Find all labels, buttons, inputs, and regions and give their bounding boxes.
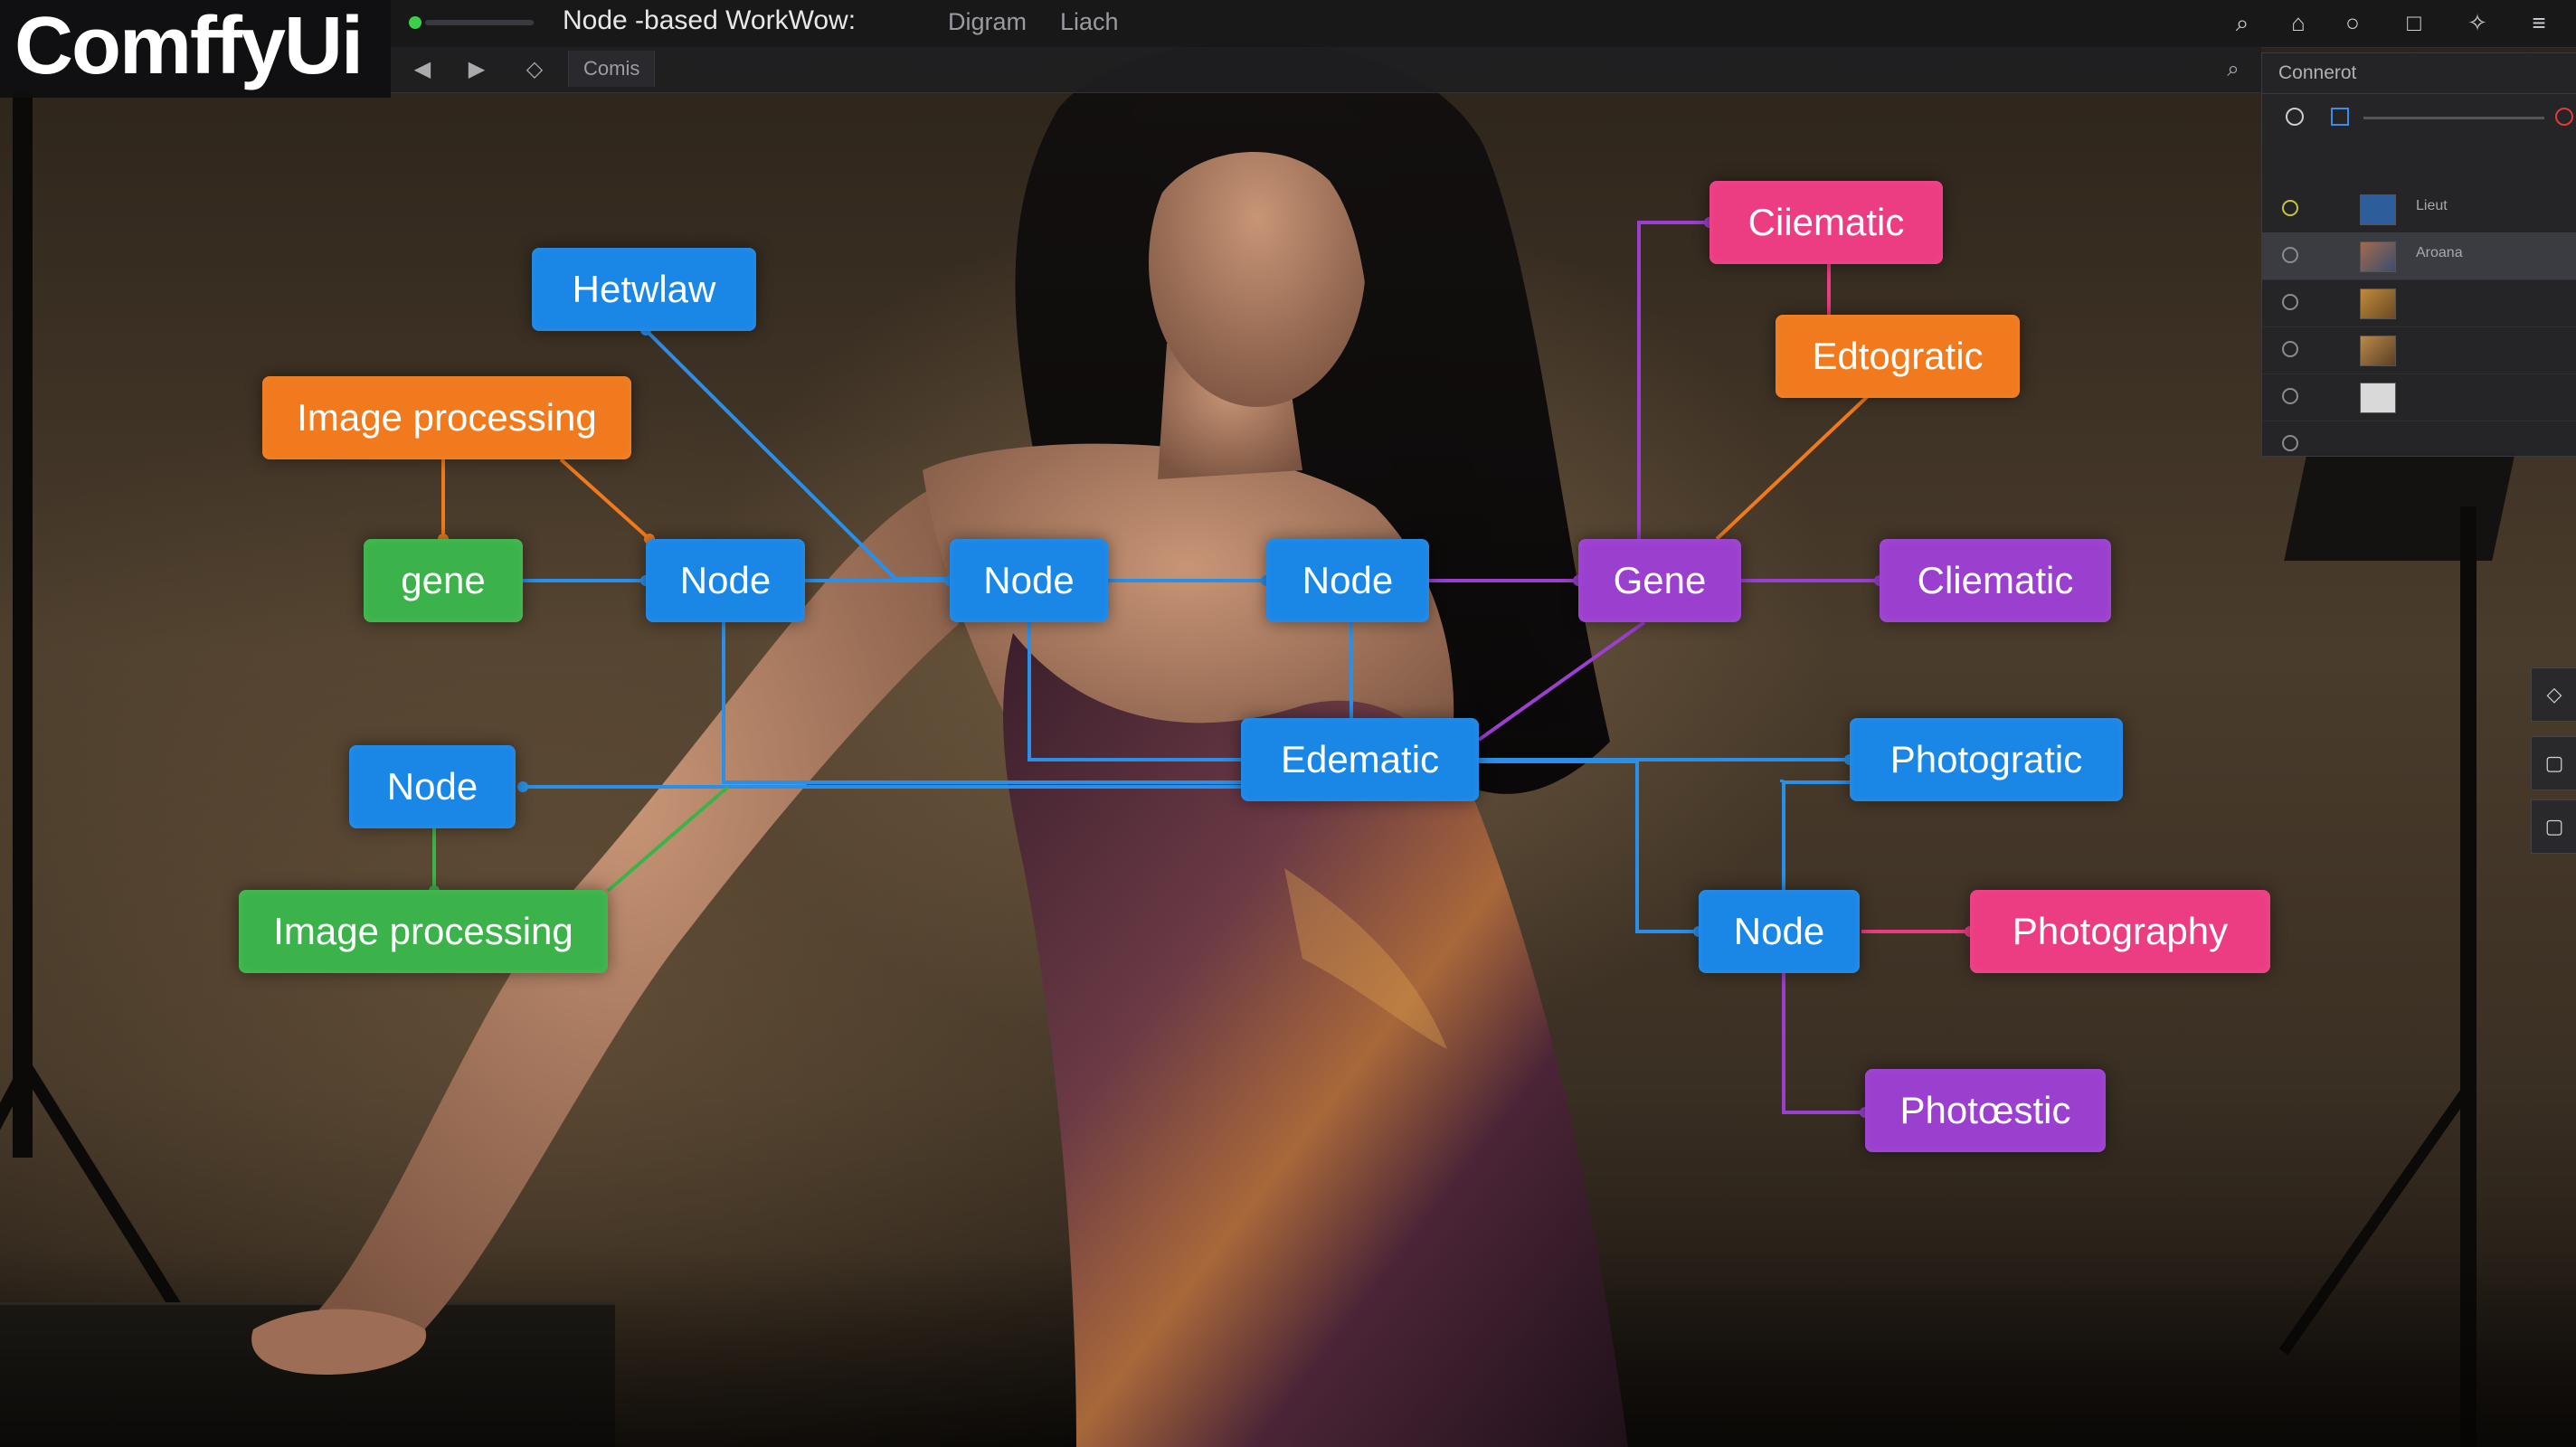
side-tab-square[interactable]: ▢ [2531, 736, 2576, 790]
opacity-slider[interactable] [2363, 117, 2544, 119]
node-edematic[interactable]: Edematic [1241, 718, 1479, 801]
node-photostic[interactable]: Photœstic [1865, 1069, 2106, 1152]
side-tab-box[interactable]: ▢ [2531, 799, 2576, 854]
back-icon[interactable]: ◀ [407, 54, 438, 85]
visibility-icon[interactable] [2282, 388, 2298, 404]
search-icon[interactable]: ⌕ [2218, 54, 2249, 85]
layer-row[interactable] [2262, 421, 2576, 468]
node-lower-left[interactable]: Node [349, 745, 516, 828]
node-edtogratic[interactable]: Edtogratic [1776, 315, 2020, 398]
panel-divider [2262, 93, 2576, 94]
user-icon[interactable]: ○ [2337, 7, 2368, 38]
search-icon[interactable]: ⌕ [2227, 7, 2258, 38]
layer-name: Lieut [2416, 198, 2448, 213]
node-gene-green[interactable]: gene [364, 539, 523, 622]
node-cliematic[interactable]: Cliematic [1880, 539, 2111, 622]
layer-thumbnail [2360, 383, 2396, 413]
home-icon[interactable]: ⌂ [2283, 7, 2314, 38]
menu-liach[interactable]: Liach [1060, 8, 1119, 36]
layer-name: Aroana [2416, 245, 2463, 260]
node-image-processing-orange[interactable]: Image processing [262, 376, 631, 459]
node-center[interactable]: Node [950, 539, 1108, 622]
node-lower-right[interactable]: Node [1699, 890, 1860, 973]
node-gene-purple[interactable]: Gene [1578, 539, 1741, 622]
visibility-icon[interactable] [2282, 294, 2298, 310]
node-photogratic[interactable]: Photogratic [1850, 718, 2123, 801]
circle-icon[interactable] [2286, 108, 2304, 126]
node-right[interactable]: Node [1266, 539, 1429, 622]
panel-toolbar [2262, 95, 2576, 140]
node-hetwlaw[interactable]: Hetwlaw [532, 248, 756, 331]
status-dot [409, 16, 421, 29]
layer-row[interactable] [2262, 326, 2576, 374]
node-image-processing-green[interactable]: Image processing [239, 890, 608, 973]
node-ciiematic[interactable]: Ciiematic [1709, 181, 1943, 264]
diamond-icon[interactable]: ◇ [519, 54, 550, 85]
layer-row[interactable]: Aroana [2262, 232, 2576, 280]
layer-row[interactable]: Lieut [2262, 185, 2576, 233]
square-icon[interactable] [2331, 108, 2349, 126]
logo-area: ComffyUi [0, 0, 391, 98]
play-icon[interactable]: ▶ [461, 54, 492, 85]
node-photography[interactable]: Photography [1970, 890, 2270, 973]
visibility-icon[interactable] [2282, 247, 2298, 263]
layer-thumbnail [2360, 336, 2396, 366]
app-logo: ComffyUi [14, 1, 364, 91]
menu-icon[interactable]: ≡ [2524, 7, 2554, 38]
visibility-icon[interactable] [2282, 435, 2298, 451]
bird-icon[interactable]: ✧ [2462, 7, 2493, 38]
subbar-tab[interactable]: Comis [568, 51, 656, 87]
record-icon[interactable] [2555, 108, 2573, 126]
node-left[interactable]: Node [646, 539, 805, 622]
menu-digram[interactable]: Digram [948, 8, 1027, 36]
window-icon[interactable]: □ [2399, 7, 2429, 38]
visibility-icon[interactable] [2282, 200, 2298, 216]
zoom-slider[interactable] [425, 20, 534, 25]
workflow-title: Node -based WorkWow: [563, 5, 857, 35]
layer-row[interactable] [2262, 279, 2576, 327]
layer-thumbnail [2360, 194, 2396, 225]
layer-row[interactable] [2262, 374, 2576, 421]
layers-panel: Connerot Lieut Aroana [2261, 52, 2576, 457]
visibility-icon[interactable] [2282, 341, 2298, 357]
secondary-toolbar [389, 47, 2261, 93]
side-tab-diamond[interactable]: ◇ [2531, 667, 2576, 722]
layer-thumbnail [2360, 241, 2396, 272]
panel-title: Connerot [2278, 62, 2357, 83]
layer-thumbnail [2360, 288, 2396, 319]
